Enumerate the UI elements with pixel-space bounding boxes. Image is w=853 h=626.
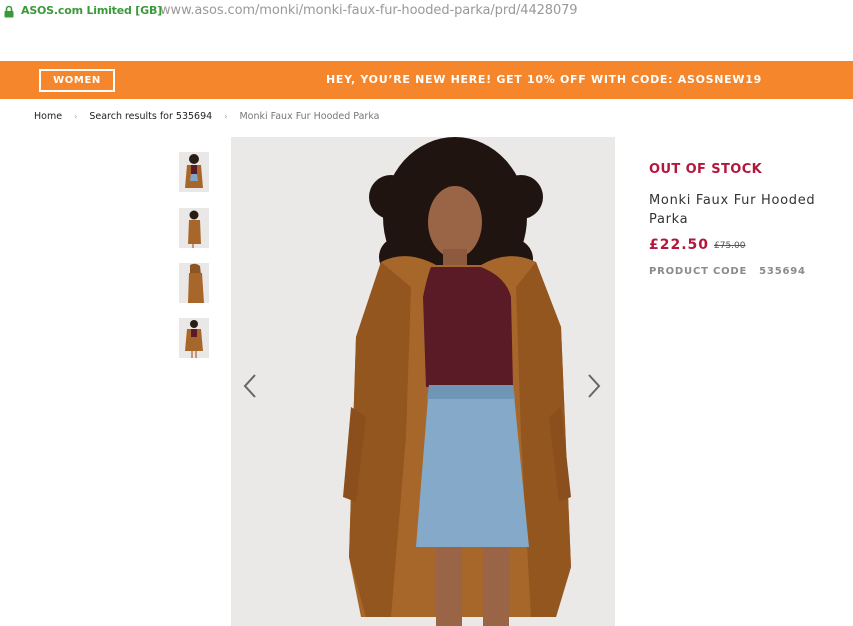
- product-thumbnail-image: [179, 208, 209, 248]
- breadcrumb-separator: ›: [74, 112, 78, 121]
- url-text[interactable]: www.asos.com/monki/monki-faux-fur-hooded…: [160, 3, 578, 18]
- product-thumbnail-image: [179, 263, 209, 303]
- previous-price: £75.00: [714, 241, 746, 251]
- stock-status: OUT OF STOCK: [649, 162, 763, 177]
- promo-bar: WOMEN HEY, YOU’RE NEW HERE! GET 10% OFF …: [0, 61, 853, 99]
- product-main-image: [231, 137, 615, 626]
- breadcrumb: Home › Search results for 535694 › Monki…: [34, 111, 380, 122]
- product-code: PRODUCT CODE 535694: [649, 266, 806, 277]
- product-code-value: 535694: [759, 266, 806, 277]
- model-in-parka-image: [231, 137, 615, 626]
- breadcrumb-separator: ›: [224, 112, 228, 121]
- thumbnail-back[interactable]: [179, 263, 209, 303]
- product-thumbnail-image: [179, 318, 209, 358]
- breadcrumb-search-results[interactable]: Search results for 535694: [89, 111, 212, 122]
- breadcrumb-current: Monki Faux Fur Hooded Parka: [239, 111, 380, 122]
- promo-message: HEY, YOU’RE NEW HERE! GET 10% OFF WITH C…: [326, 73, 762, 86]
- product-thumbnail-image: [179, 152, 209, 192]
- product-code-label: PRODUCT CODE: [649, 266, 748, 277]
- thumbnail-front[interactable]: [179, 152, 209, 192]
- certificate-label: ASOS.com Limited [GB]: [21, 4, 162, 17]
- chevron-left-icon[interactable]: [240, 372, 260, 400]
- address-bar[interactable]: ASOS.com Limited [GB] www.asos.com/monki…: [0, 0, 853, 24]
- product-title: Monki Faux Fur Hooded Parka: [649, 193, 816, 227]
- thumbnail-detail[interactable]: [179, 318, 209, 358]
- chevron-right-icon[interactable]: [584, 372, 604, 400]
- women-button[interactable]: WOMEN: [39, 69, 115, 92]
- padlock-icon: [4, 5, 14, 18]
- thumbnail-side[interactable]: [179, 208, 209, 248]
- current-price: £22.50: [649, 237, 710, 253]
- breadcrumb-home[interactable]: Home: [34, 111, 62, 122]
